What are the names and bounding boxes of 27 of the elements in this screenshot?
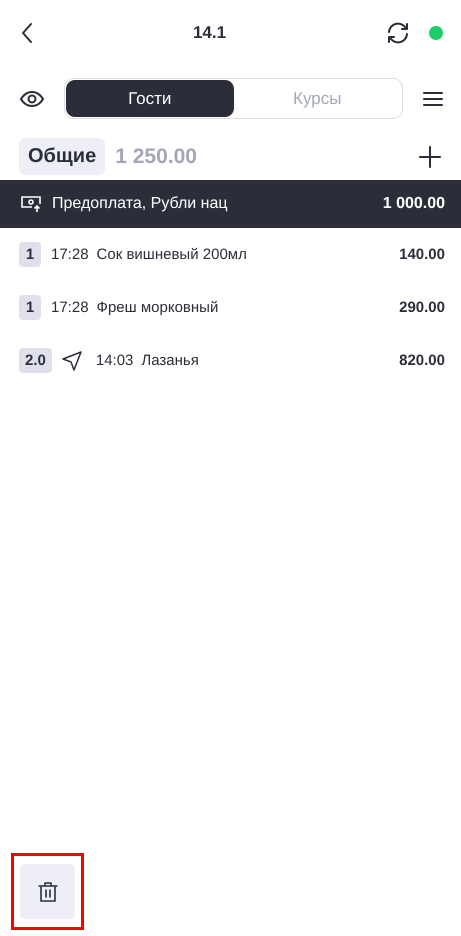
eye-icon[interactable] — [20, 90, 44, 106]
window-title: 14.1 — [192, 23, 226, 43]
menu-icon[interactable] — [423, 90, 443, 106]
tab[interactable]: Гости — [66, 80, 234, 117]
item-price: 140.00 — [399, 246, 445, 263]
trash-icon — [38, 880, 58, 902]
order-time: 17:28 — [51, 299, 89, 316]
cash-icon — [20, 195, 42, 213]
item-name: Фреш морковный — [96, 299, 220, 316]
item-name: Сок вишневый 200мл — [96, 246, 248, 263]
category-label[interactable]: Общие — [19, 138, 106, 175]
prepayment-amount: 1 000.00 — [382, 195, 445, 213]
category-total: 1 250.00 — [115, 144, 198, 168]
add-button[interactable] — [419, 146, 441, 168]
prepayment-label: Предоплата, Рубли нац — [52, 195, 229, 213]
prepayment-bar[interactable]: Предоплата, Рубли нац 1 000.00 — [0, 180, 461, 228]
quantity-label: 1 — [19, 295, 41, 320]
item-price: 820.00 — [399, 352, 445, 369]
quantity-label: 2.0 — [19, 348, 52, 373]
order-time: 17:28 — [51, 246, 89, 263]
back-button[interactable] — [20, 22, 34, 44]
refresh-button[interactable] — [385, 21, 411, 45]
order-time: 14:03 — [96, 352, 134, 369]
item-price: 290.00 — [399, 299, 445, 316]
item-name: Лазанья — [141, 352, 200, 369]
quantity-label: 1 — [19, 242, 41, 267]
delete-button[interactable] — [20, 864, 75, 919]
